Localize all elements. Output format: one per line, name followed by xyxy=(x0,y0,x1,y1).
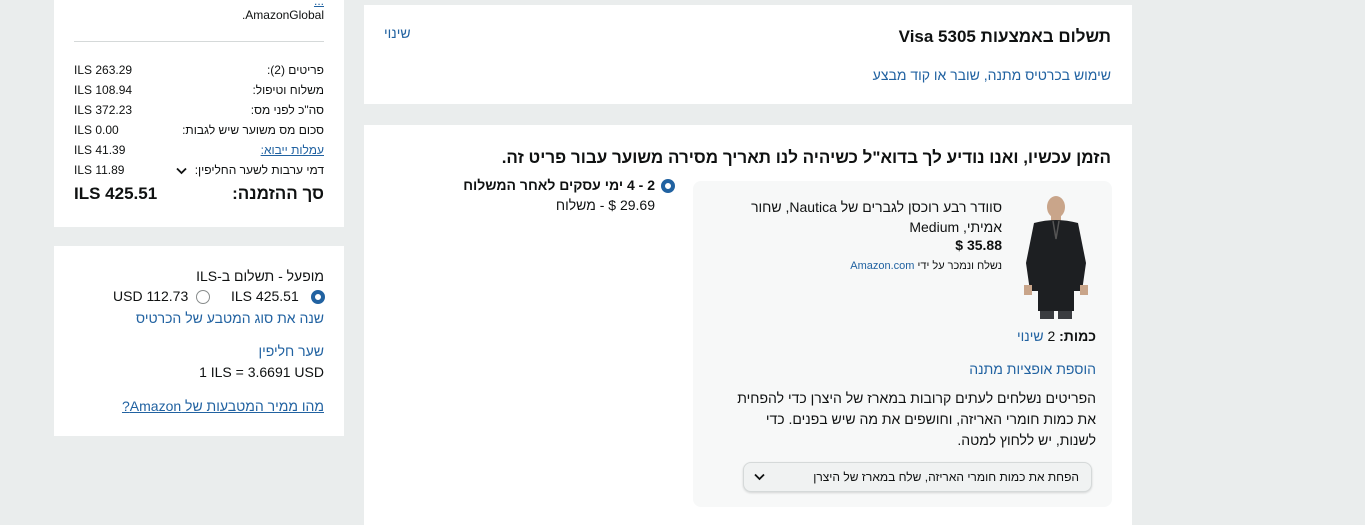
summary-value: ILS 108.94 xyxy=(74,83,133,97)
exchange-rate-label: שער חליפין xyxy=(258,343,324,359)
summary-divider xyxy=(74,41,324,42)
exchange-rate-value: 1 ILS = 3.6691 USD xyxy=(199,364,324,380)
gift-card-link[interactable]: שימוש בכרטיס מתנה, שובר או קוד מבצע xyxy=(873,67,1111,83)
summary-value: ILS 263.29 xyxy=(74,63,133,77)
product-price: $ 35.88 xyxy=(955,237,1002,253)
radio-selected-icon[interactable] xyxy=(661,179,675,194)
payment-box: תשלום באמצעות Visa 5305 שינוי שימוש בכרט… xyxy=(364,5,1132,104)
summary-label: משלוח וטיפול: xyxy=(252,83,324,97)
add-gift-options-link[interactable]: הוספת אופציות מתנה xyxy=(969,361,1096,377)
summary-value: ILS 372.23 xyxy=(74,103,133,117)
payment-method-title: תשלום באמצעות Visa 5305 xyxy=(898,27,1111,46)
item-card: סוודר רבע רוכסן לגברים של Nautica, שחור … xyxy=(693,181,1112,507)
shipping-option-cost: 29.69 $ - משלוח xyxy=(555,197,655,214)
shipment-heading: הזמן עכשיו, ואנו נודיע לך בדוא"ל כשיהיה … xyxy=(501,148,1111,167)
shipment-box: הזמן עכשיו, ואנו נודיע לך בדוא"ל כשיהיה … xyxy=(364,125,1132,525)
change-payment-link[interactable]: שינוי xyxy=(384,25,411,41)
currency-box-content: שנה את סוג המטבע של הכרטיס שער חליפין 1 … xyxy=(54,246,344,436)
summary-value: ILS 41.39 xyxy=(74,143,126,157)
order-total-row: סך ההזמנה: ILS 425.51 xyxy=(74,184,324,206)
summary-row-items: פריטים (2): ILS 263.29 xyxy=(74,63,324,79)
shipping-option[interactable]: 2 - 4 ימי עסקים לאחר המשלוח 29.69 $ - מש… xyxy=(463,177,675,213)
order-total-label: סך ההזמנה: xyxy=(232,184,324,203)
change-quantity-link[interactable]: שינוי xyxy=(1017,328,1044,344)
product-image[interactable] xyxy=(1016,193,1096,319)
seller-link[interactable]: Amazon.com xyxy=(850,260,914,272)
order-total-value: ILS 425.51 xyxy=(74,184,158,203)
global-note-text: AmazonGlobal. xyxy=(241,8,324,22)
summary-label: סכום מס משוער שיש לגבות: xyxy=(182,123,324,137)
change-card-currency-link[interactable]: שנה את סוג המטבע של הכרטיס xyxy=(136,310,324,326)
global-note: ... AmazonGlobal. xyxy=(242,0,324,22)
chevron-down-icon xyxy=(754,469,765,483)
summary-label: פריטים (2): xyxy=(266,63,324,77)
product-title: סוודר רבע רוכסן לגברים של Nautica, שחור … xyxy=(751,199,1002,235)
exchange-fee-label[interactable]: דמי ערבות לשער החליפין: xyxy=(176,163,324,177)
global-note-link[interactable]: ... xyxy=(242,0,324,8)
summary-row-shipping: משלוח וטיפול: ILS 108.94 xyxy=(74,83,324,99)
summary-row-import-fees: עמלות ייבוא: ILS 41.39 xyxy=(74,143,324,159)
quantity-row: כמות: 2 שינוי xyxy=(1017,328,1096,344)
summary-value: ILS 0.00 xyxy=(74,123,119,137)
packaging-select-value: הפחת את כמות חומרי האריזה, שלח במארז של … xyxy=(813,470,1079,484)
product-seller: נשלח ונמכר על ידי Amazon.com xyxy=(850,260,1002,272)
import-fees-link[interactable]: עמלות ייבוא: xyxy=(261,143,324,157)
order-summary-box: ... AmazonGlobal. פריטים (2): ILS 263.29… xyxy=(54,0,344,227)
summary-row-before-tax: סה"כ לפני מס: ILS 372.23 xyxy=(74,103,324,119)
chevron-down-icon[interactable] xyxy=(176,165,187,177)
summary-row-exchange-fee[interactable]: דמי ערבות לשער החליפין: ILS 11.89 xyxy=(74,163,324,179)
packaging-select[interactable]: הפחת את כמות חומרי האריזה, שלח במארז של … xyxy=(743,462,1092,492)
summary-value: ILS 11.89 xyxy=(74,163,125,177)
shipping-option-line[interactable]: 2 - 4 ימי עסקים לאחר המשלוח xyxy=(463,177,675,194)
summary-label: סה"כ לפני מס: xyxy=(250,103,324,117)
summary-row-tax: סכום מס משוער שיש לגבות: ILS 0.00 xyxy=(74,123,324,139)
summary-label: דמי ערבות לשער החליפין: xyxy=(194,163,324,177)
currency-converter-info-link[interactable]: מהו ממיר המטבעות של Amazon? xyxy=(122,398,324,414)
quantity-label: כמות: xyxy=(1059,328,1096,344)
seller-prefix: נשלח ונמכר על ידי xyxy=(917,260,1003,272)
quantity-value: 2 xyxy=(1047,328,1056,344)
shipping-option-label: 2 - 4 ימי עסקים לאחר המשלוח xyxy=(463,177,655,193)
packaging-info-text: הפריטים נשלחים לעתים קרובות במארז של היצ… xyxy=(737,390,1096,448)
